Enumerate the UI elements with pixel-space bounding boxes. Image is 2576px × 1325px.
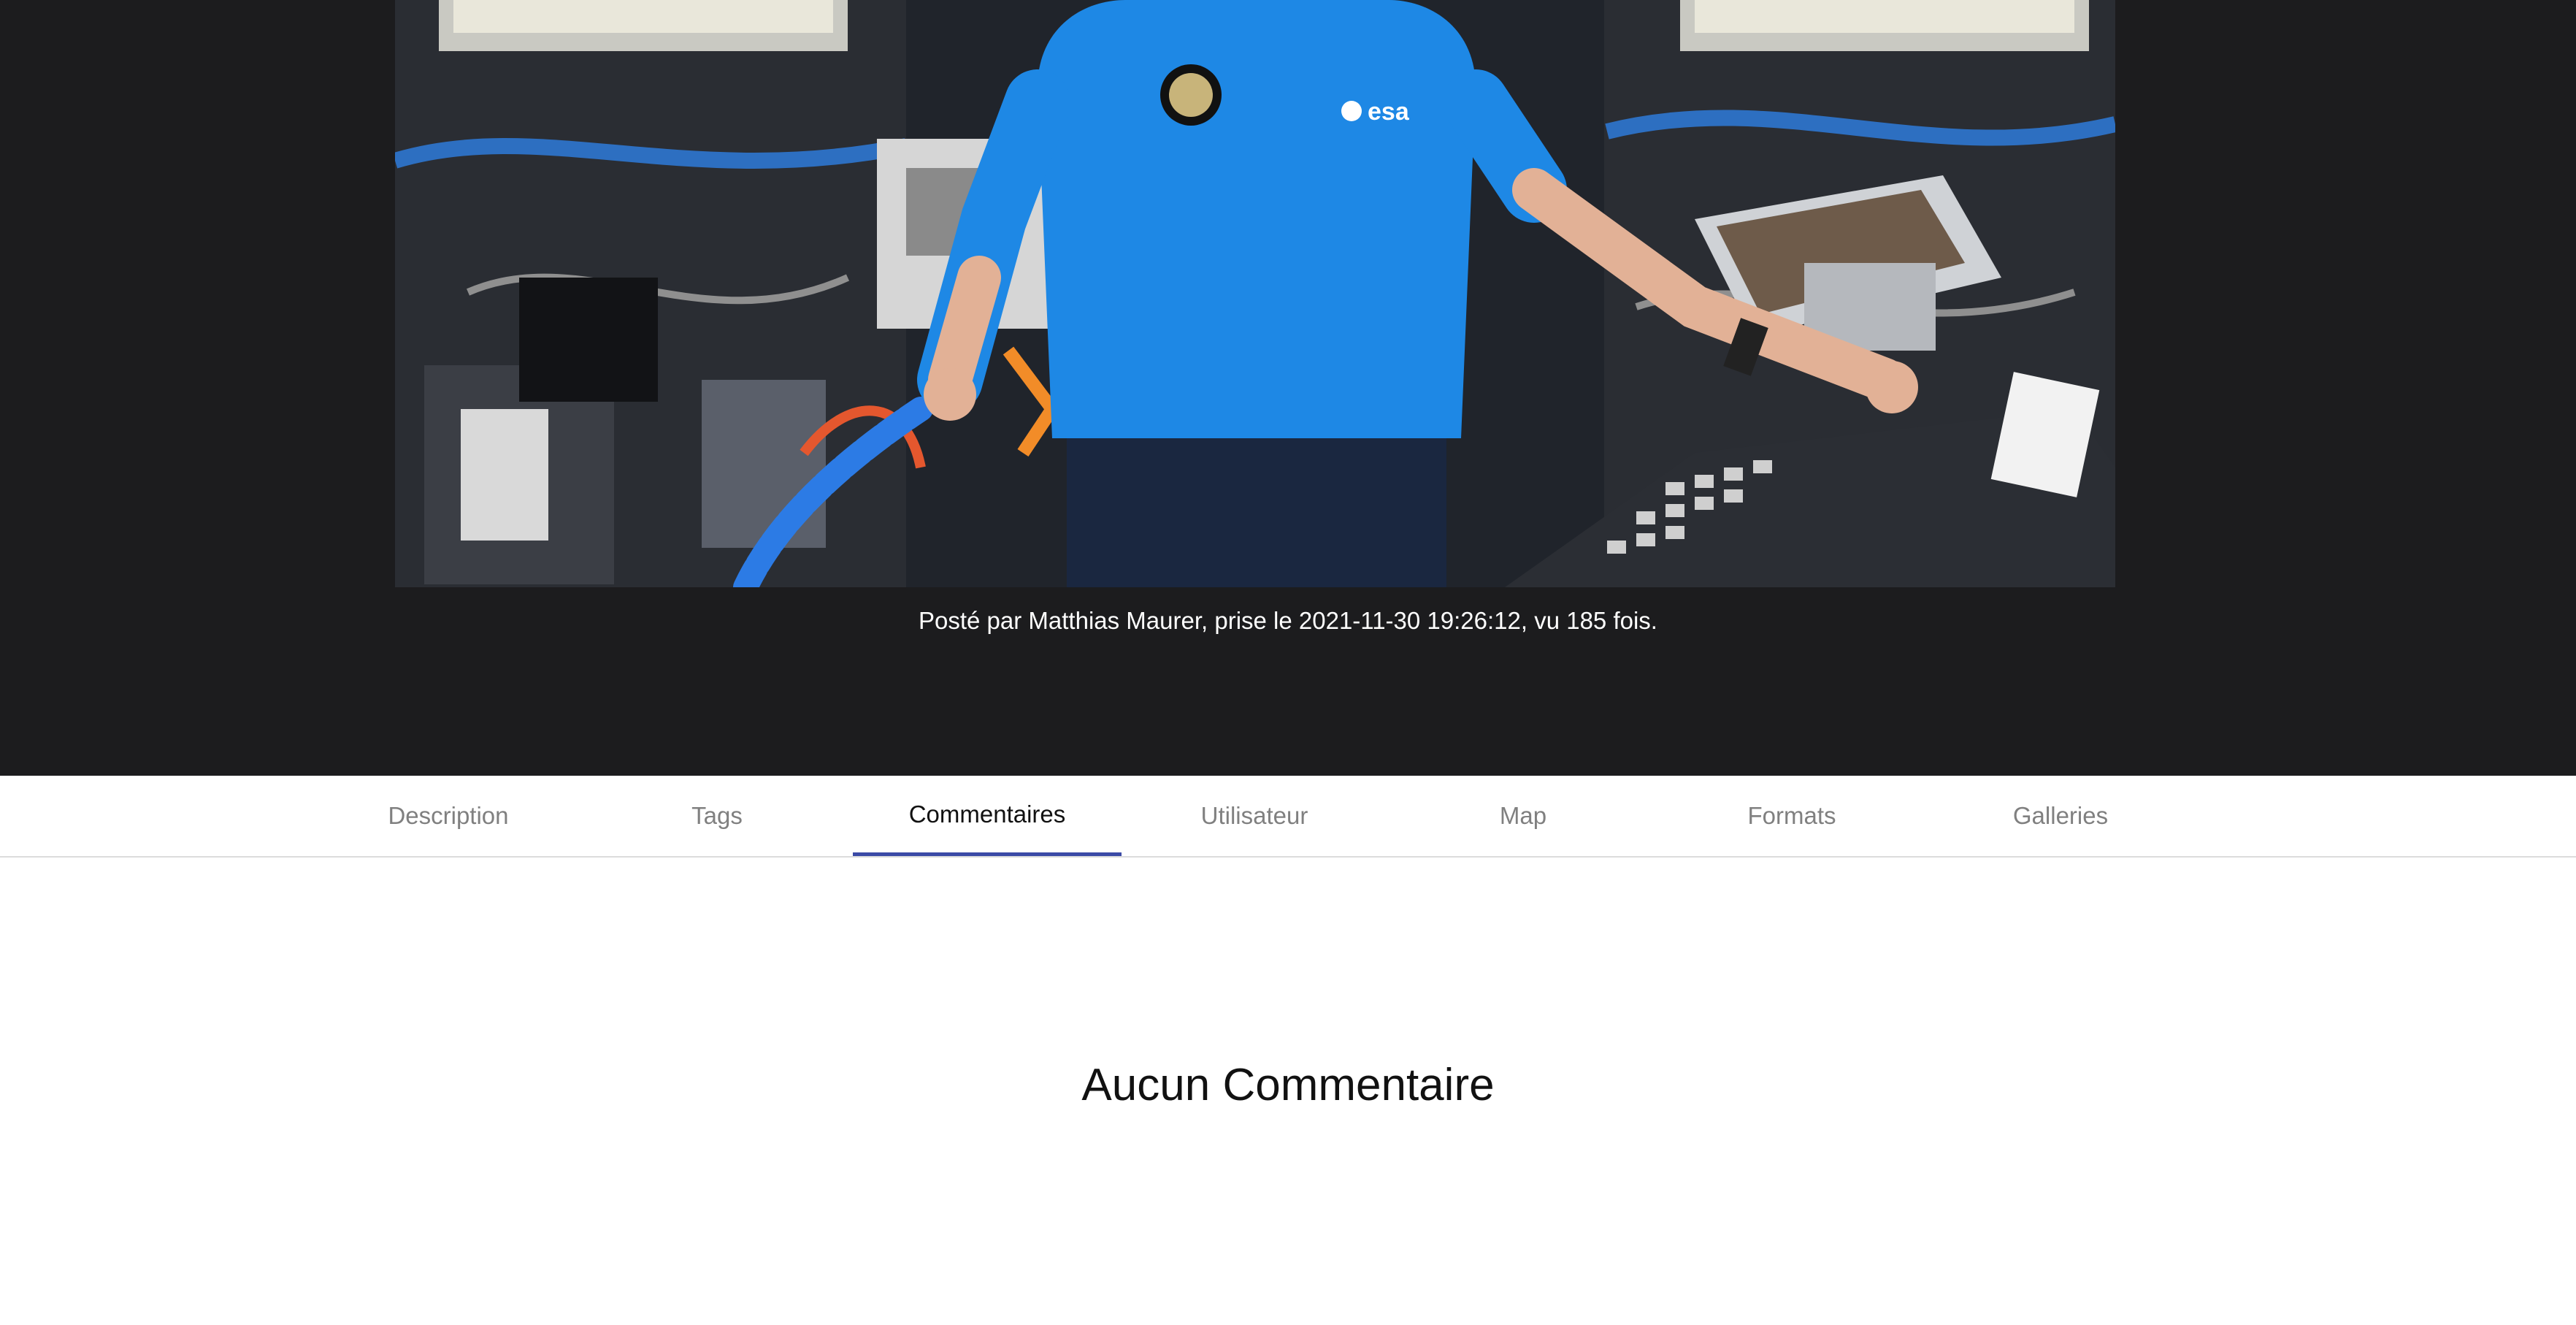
main-photo[interactable]: esa: [395, 0, 2115, 587]
tab-commentaires[interactable]: Commentaires: [853, 776, 1122, 856]
tab-map[interactable]: Map: [1389, 776, 1657, 856]
tab-description[interactable]: Description: [314, 776, 583, 856]
no-comments-message: Aucun Commentaire: [1081, 1060, 1495, 1110]
tab-tags[interactable]: Tags: [583, 776, 851, 856]
photo-caption: Posté par Matthias Maurer, prise le 2021…: [919, 607, 1657, 634]
astronaut-photo-illustration: esa: [395, 0, 2115, 587]
photo-viewer: esa Posté par Matthias Maurer, prise le …: [0, 0, 2576, 776]
comments-panel: Aucun Commentaire: [0, 859, 2576, 1325]
tab-galleries[interactable]: Galleries: [1926, 776, 2195, 856]
tab-formats[interactable]: Formats: [1657, 776, 1926, 856]
tab-utilisateur[interactable]: Utilisateur: [1120, 776, 1389, 856]
esa-logo-text: esa: [1368, 98, 1410, 126]
tab-bar: Description Tags Commentaires Utilisateu…: [0, 776, 2576, 858]
